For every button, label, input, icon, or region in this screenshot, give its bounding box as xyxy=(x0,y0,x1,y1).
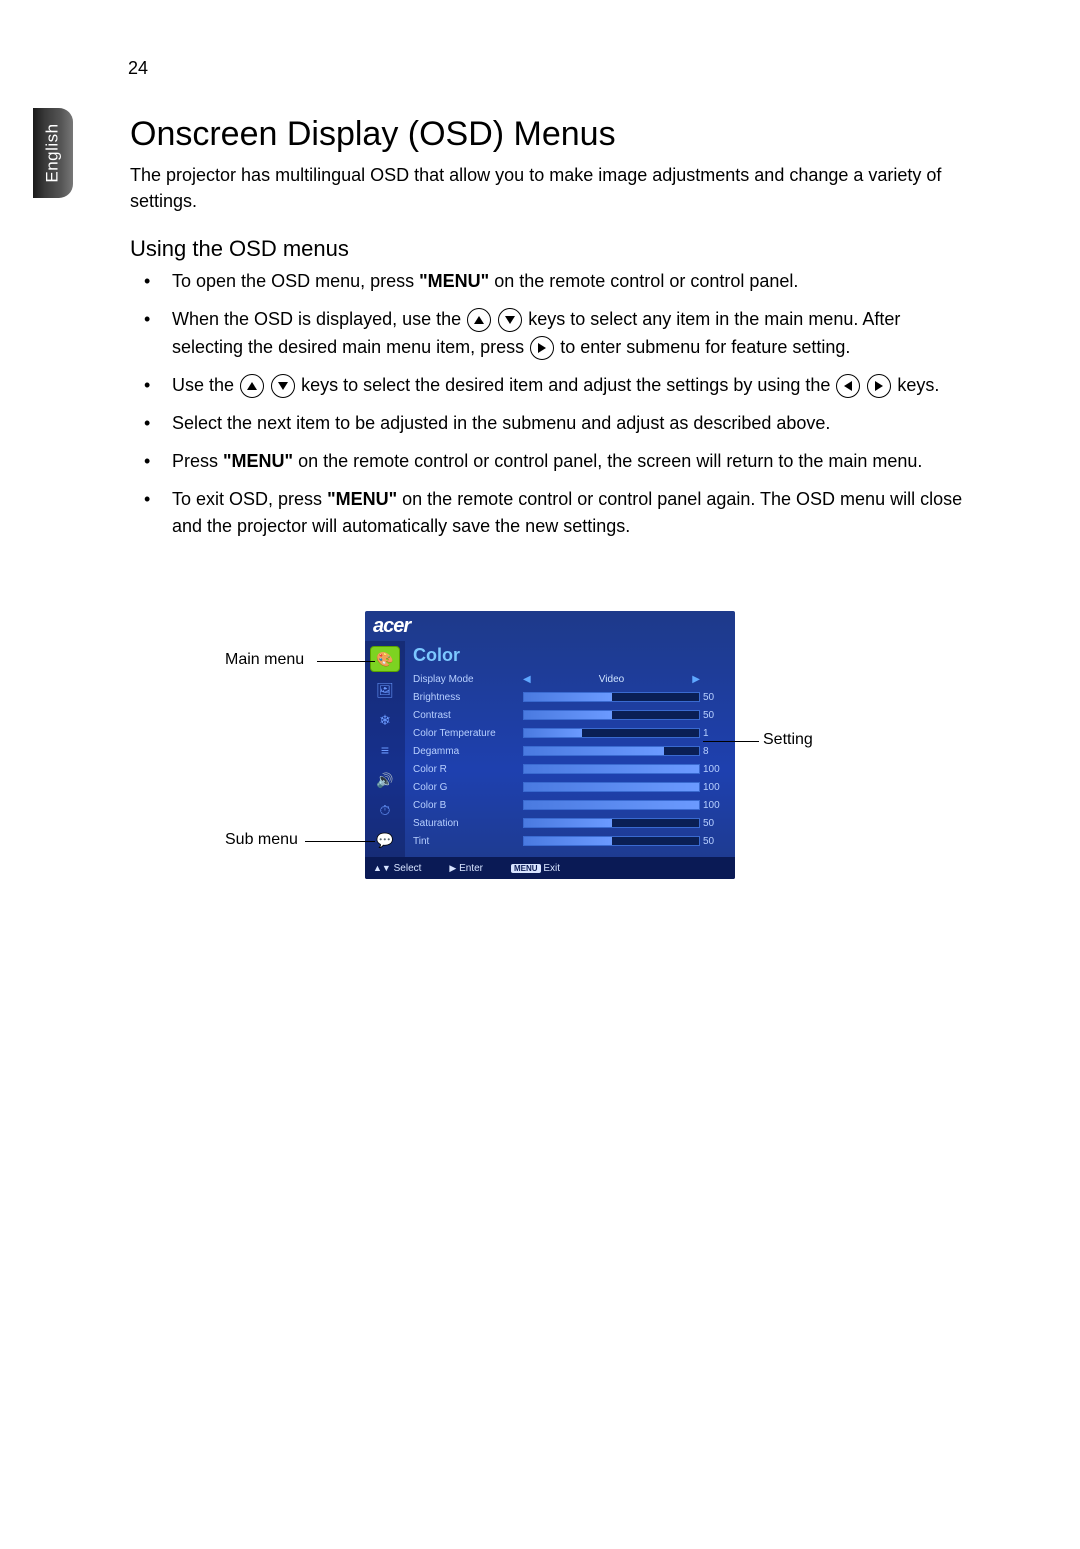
list-item: Press "MENU" on the remote control or co… xyxy=(130,448,970,476)
osd-setting-row[interactable]: Color B100 xyxy=(413,796,727,814)
osd-footer: ▲▼ Select ▶ Enter MENU Exit xyxy=(365,857,735,879)
osd-panel: acer 🎨 🖼 ❄ ≡ 🔊 ⏱ 💬 Color Display Mode◀Video▶Br… xyxy=(365,611,735,879)
lang-icon[interactable]: 💬 xyxy=(371,828,399,852)
osd-setting-row[interactable]: Brightness50 xyxy=(413,688,727,706)
osd-setting-row[interactable]: Contrast50 xyxy=(413,706,727,724)
sliders-icon[interactable]: ≡ xyxy=(371,738,399,762)
right-key-icon xyxy=(530,336,554,360)
footer-exit: MENU Exit xyxy=(511,863,560,874)
language-side-tab: English xyxy=(33,108,73,198)
osd-section-title: Color xyxy=(413,643,727,670)
audio-icon[interactable]: 🔊 xyxy=(371,768,399,792)
osd-setting-row[interactable]: Tint50 xyxy=(413,832,727,850)
footer-enter: ▶ Enter xyxy=(449,863,483,874)
acer-logo: acer xyxy=(373,615,410,638)
document-page: 24 English Onscreen Display (OSD) Menus … xyxy=(0,0,1080,1549)
footer-select: ▲▼ Select xyxy=(373,863,421,874)
page-number: 24 xyxy=(128,58,148,79)
content-area: Onscreen Display (OSD) Menus The project… xyxy=(130,115,970,879)
osd-setting-row[interactable]: Color G100 xyxy=(413,778,727,796)
timer-icon[interactable]: ⏱ xyxy=(371,798,399,822)
osd-sidebar: 🎨 🖼 ❄ ≡ 🔊 ⏱ 💬 xyxy=(365,641,405,857)
gear-icon[interactable]: ❄ xyxy=(371,708,399,732)
image-icon[interactable]: 🖼 xyxy=(371,678,399,702)
list-item: Use the keys to select the desired item … xyxy=(130,372,970,400)
bullet-list: To open the OSD menu, press "MENU" on th… xyxy=(130,268,970,541)
osd-setting-row[interactable]: Saturation50 xyxy=(413,814,727,832)
palette-icon[interactable]: 🎨 xyxy=(370,646,400,672)
osd-setting-row[interactable]: Color Temperature1 xyxy=(413,724,727,742)
intro-text: The projector has multilingual OSD that … xyxy=(130,162,970,214)
osd-brand-bar: acer xyxy=(365,611,735,641)
list-item: Select the next item to be adjusted in t… xyxy=(130,410,970,438)
section-heading: Using the OSD menus xyxy=(130,236,970,262)
osd-setting-row[interactable]: Display Mode◀Video▶ xyxy=(413,670,727,688)
callout-sub: Sub menu xyxy=(225,831,298,849)
osd-setting-row[interactable]: Degamma8 xyxy=(413,742,727,760)
language-label: English xyxy=(43,123,63,182)
left-key-icon xyxy=(836,374,860,398)
callout-setting: Setting xyxy=(763,731,813,749)
osd-setting-row[interactable]: Color R100 xyxy=(413,760,727,778)
callout-main: Main menu xyxy=(225,651,304,669)
down-key-icon xyxy=(498,308,522,332)
right-key-icon xyxy=(867,374,891,398)
osd-main-panel: Color Display Mode◀Video▶Brightness50Con… xyxy=(405,641,735,857)
list-item: To open the OSD menu, press "MENU" on th… xyxy=(130,268,970,296)
down-key-icon xyxy=(271,374,295,398)
page-title: Onscreen Display (OSD) Menus xyxy=(130,115,970,154)
osd-diagram: Main menu Sub menu Setting acer 🎨🖼❄≡🔊⏱💬 … xyxy=(265,611,835,879)
list-item: To exit OSD, press "MENU" on the remote … xyxy=(130,486,970,542)
list-item: When the OSD is displayed, use the keys … xyxy=(130,306,970,362)
up-key-icon xyxy=(467,308,491,332)
up-key-icon xyxy=(240,374,264,398)
